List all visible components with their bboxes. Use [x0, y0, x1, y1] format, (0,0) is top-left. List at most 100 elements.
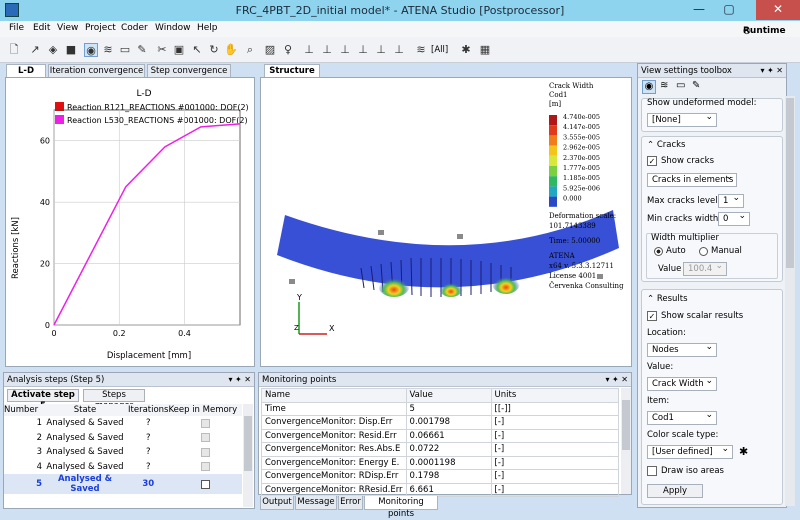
eye-icon[interactable]: ◉ — [642, 80, 656, 94]
value2-select[interactable]: Crack Width — [647, 375, 717, 391]
axis-icon-3[interactable]: ⊥ — [338, 43, 352, 57]
close-button[interactable]: ✕ — [756, 0, 800, 20]
col-iterations[interactable]: Iterations — [128, 404, 168, 416]
undeformed-select[interactable]: [None] — [647, 111, 717, 127]
maximize-button[interactable]: ▢ — [716, 0, 742, 20]
pointer-icon[interactable]: ↖ — [190, 43, 204, 57]
eye-icon[interactable]: ◉ — [84, 43, 98, 57]
manual-radio[interactable] — [699, 247, 708, 256]
menu-view[interactable]: View — [57, 23, 78, 33]
image-icon[interactable]: ▨ — [263, 43, 277, 57]
axis-icon-4[interactable]: ⊥ — [356, 43, 370, 57]
value-input[interactable]: 100.4 — [683, 260, 727, 276]
cracks-header[interactable]: ⌃ Cracks — [647, 140, 686, 150]
steps-manager-button[interactable]: Steps manager — [83, 389, 145, 411]
calculator-icon[interactable]: ▦ — [478, 43, 492, 57]
layers-icon[interactable]: ≋ — [660, 80, 668, 91]
tab-output[interactable]: Output — [260, 496, 294, 510]
pin-icon[interactable]: ▾ ✦ ✕ — [760, 64, 783, 78]
menu-coder[interactable]: Coder — [121, 23, 148, 33]
table-row[interactable]: 1 Analysed & Saved? — [4, 416, 242, 431]
menu-edit[interactable]: Edit — [33, 23, 50, 33]
col-name[interactable]: Name — [261, 388, 407, 403]
comment-icon[interactable]: ▭ — [118, 43, 132, 57]
menu-window[interactable]: Window — [155, 23, 191, 33]
keep-memory-checkbox[interactable] — [200, 462, 210, 472]
all-filter-select[interactable]: [All] — [431, 45, 448, 55]
axis-icon-1[interactable]: ⊥ — [302, 43, 316, 57]
edit-icon[interactable]: ✎ — [135, 43, 149, 57]
col-units[interactable]: Units — [490, 388, 620, 403]
table-row-active[interactable]: 5 Analysed & Saved 30 — [4, 474, 242, 494]
table-row[interactable]: ConvergenceMonitor: RDisp.Err 0.1798 [-] — [261, 469, 620, 484]
bulb-icon[interactable]: ♀ — [281, 43, 295, 57]
tools-icon[interactable]: ✂ — [155, 43, 169, 57]
table-row[interactable]: ConvergenceMonitor: RResid.Err 6.661 [-] — [261, 482, 620, 497]
keep-memory-checkbox[interactable] — [200, 447, 210, 457]
keep-memory-checkbox[interactable] — [200, 479, 210, 489]
max-cracks-level-select[interactable]: 1 — [718, 192, 744, 208]
table-row[interactable]: ConvergenceMonitor: Res.Abs.E 0.0722 [-] — [261, 442, 620, 457]
show-scalar-checkbox[interactable]: ✓ — [647, 311, 657, 321]
col-state[interactable]: State — [42, 404, 128, 416]
axis-icon-2[interactable]: ⊥ — [320, 43, 334, 57]
comment-icon[interactable]: ▭ — [676, 80, 685, 91]
zoom-icon[interactable]: ⌕ — [243, 43, 257, 57]
axis-icon-5[interactable]: ⊥ — [374, 43, 388, 57]
col-keep-in-memory[interactable]: Keep in Memory — [168, 404, 242, 416]
wrench-icon[interactable]: ✱ — [459, 43, 473, 57]
tab-iteration-convergence[interactable]: Iteration convergence — [48, 64, 145, 78]
box-icon[interactable]: ▣ — [172, 43, 186, 57]
tab-ld[interactable]: L-D — [6, 64, 46, 78]
tab-error[interactable]: Error — [338, 496, 363, 510]
table-row[interactable]: ConvergenceMonitor: Disp.Err 0.001798 [-] — [261, 415, 620, 430]
cracks-mode-select[interactable]: Cracks in elements — [647, 171, 737, 187]
rotate-icon[interactable]: ↻ — [207, 43, 221, 57]
tab-structure[interactable]: Structure — [264, 64, 320, 78]
activate-step-button[interactable]: Activate step 5 — [7, 389, 79, 411]
scroll-thumb[interactable] — [786, 98, 794, 268]
keep-memory-checkbox[interactable] — [200, 433, 210, 443]
tab-monitoring-points[interactable]: Monitoring points — [364, 496, 438, 519]
pin-icon[interactable]: ▾ ✦ ✕ — [228, 373, 251, 387]
edit-icon[interactable]: ✎ — [692, 80, 700, 91]
min-cracks-width-input[interactable]: 0 — [718, 210, 750, 226]
table-row[interactable]: ConvergenceMonitor: Energy E. 0.0001198 [-… — [261, 455, 620, 470]
menu-file[interactable]: File — [9, 23, 24, 33]
hand-icon[interactable]: ✋ — [224, 43, 238, 57]
menu-project[interactable]: Project — [85, 23, 116, 33]
layers-icon[interactable]: ◈ — [46, 43, 60, 57]
new-icon[interactable]: 🗋 — [7, 43, 21, 57]
scroll-thumb[interactable] — [244, 416, 252, 471]
table-row[interactable]: 3 Analysed & Saved? — [4, 445, 242, 460]
menu-help[interactable]: Help — [197, 23, 218, 33]
monitoring-scrollbar[interactable] — [621, 388, 631, 494]
minimize-button[interactable]: — — [686, 0, 712, 20]
color-scale-select[interactable]: [User defined] — [647, 443, 733, 459]
tab-step-convergence[interactable]: Step convergence — [147, 64, 231, 78]
scroll-thumb[interactable] — [622, 400, 630, 450]
show-cracks-checkbox[interactable]: ✓ — [647, 156, 657, 166]
view-settings-scrollbar[interactable] — [785, 96, 795, 506]
stack-filter-icon[interactable]: ≋ — [414, 43, 428, 57]
results-header[interactable]: ⌃ Results — [647, 294, 688, 304]
keep-memory-checkbox[interactable] — [200, 418, 210, 428]
location-select[interactable]: Nodes — [647, 341, 717, 357]
col-number[interactable]: Number — [4, 404, 42, 416]
analysis-scrollbar[interactable] — [243, 404, 253, 507]
table-row[interactable]: Time 5 [[-]] — [261, 401, 620, 416]
color-scale-settings-icon[interactable]: ✱ — [739, 445, 748, 458]
auto-radio[interactable] — [654, 247, 663, 256]
table-row[interactable]: 2 Analysed & Saved? — [4, 431, 242, 446]
axis-icon-6[interactable]: ⊥ — [392, 43, 406, 57]
apply-button[interactable]: Apply — [647, 484, 703, 498]
draw-iso-checkbox[interactable] — [647, 466, 657, 476]
tab-message[interactable]: Message — [295, 496, 337, 510]
col-value[interactable]: Value — [405, 388, 492, 403]
table-row[interactable]: 4 Analysed & Saved? — [4, 460, 242, 475]
cube-icon[interactable]: ■ — [64, 43, 78, 57]
table-row[interactable]: ConvergenceMonitor: Resid.Err 0.06661 [-] — [261, 428, 620, 443]
stack-icon[interactable]: ≋ — [101, 43, 115, 57]
item-select[interactable]: Cod1 — [647, 409, 717, 425]
chart-icon[interactable]: ↗ — [28, 43, 42, 57]
